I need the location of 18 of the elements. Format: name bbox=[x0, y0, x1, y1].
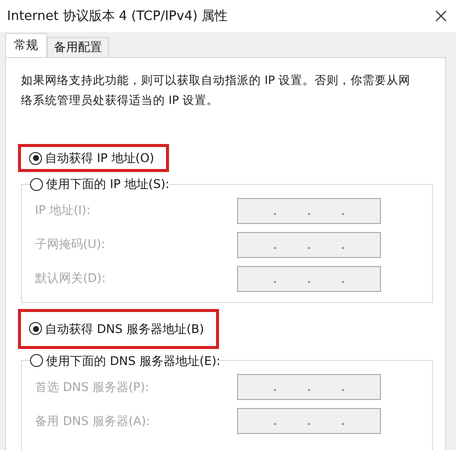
description-text: 如果网络支持此功能，则可以获取自动指派的 IP 设置。否则，你需要从网络系统管理员处获得适当的 IP 设置。 bbox=[21, 72, 412, 109]
radio-label[interactable]: 使用下面的 IP 地址(S): bbox=[46, 175, 170, 193]
radio-label[interactable]: 自动获得 DNS 服务器地址(B) bbox=[45, 320, 204, 338]
radio-button[interactable] bbox=[29, 322, 42, 335]
field-label: IP 地址(I): bbox=[35, 202, 91, 219]
radio-label[interactable]: 使用下面的 DNS 服务器地址(E): bbox=[46, 352, 220, 370]
tab[interactable]: 常规 bbox=[5, 33, 47, 57]
field-label: 默认网关(D): bbox=[35, 270, 106, 287]
window-title: Internet 协议版本 4 (TCP/IPv4) 属性 bbox=[7, 8, 228, 25]
close-icon[interactable] bbox=[435, 10, 447, 22]
radio-button[interactable] bbox=[30, 354, 43, 367]
tab[interactable]: 备用配置 bbox=[47, 37, 109, 57]
radio-button[interactable] bbox=[30, 178, 43, 190]
radio-button[interactable] bbox=[29, 152, 42, 164]
field-label: 子网掩码(U): bbox=[35, 236, 106, 253]
radio-label[interactable]: 自动获得 IP 地址(O) bbox=[45, 149, 154, 167]
field-label: 首选 DNS 服务器(P): bbox=[35, 378, 150, 396]
field-label: 备用 DNS 服务器(A): bbox=[35, 412, 150, 430]
